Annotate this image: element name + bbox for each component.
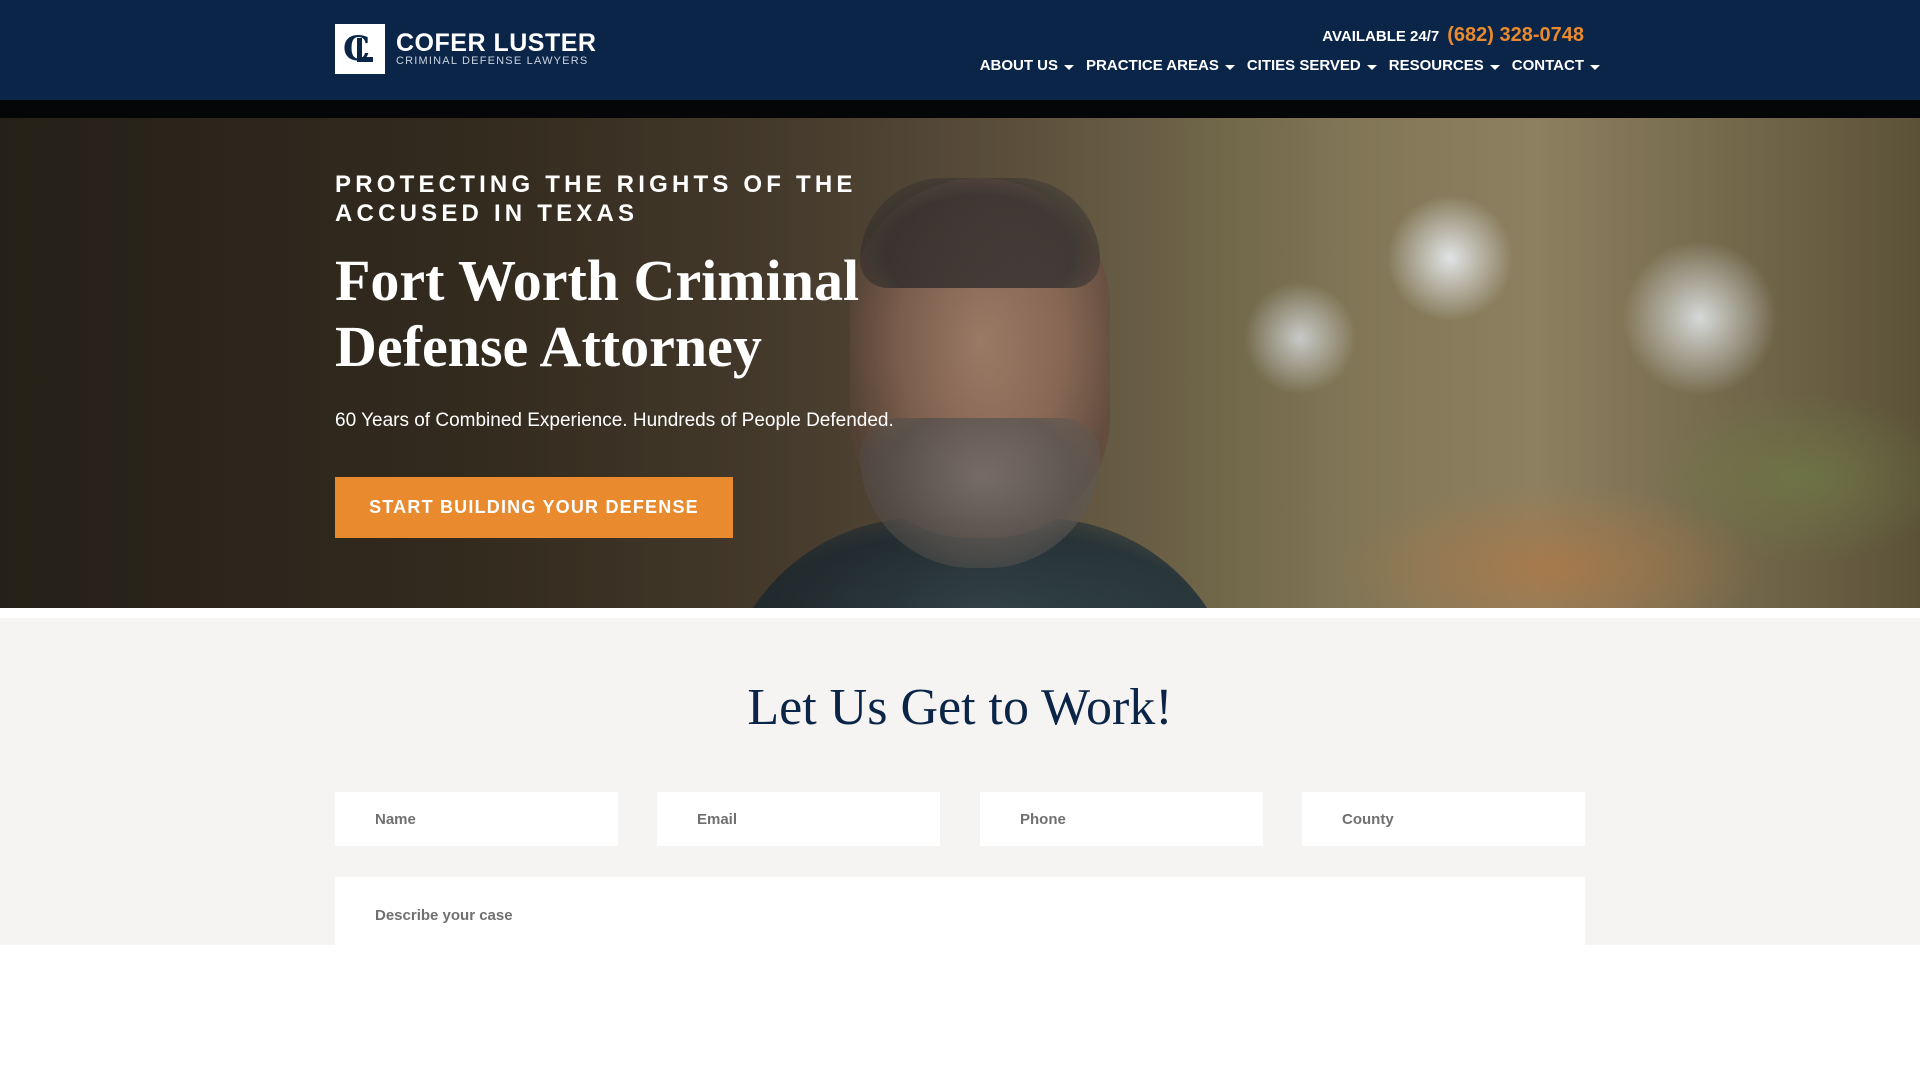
hero-headline: Fort Worth Criminal Defense Attorney xyxy=(335,248,860,379)
header-divider xyxy=(0,100,1920,118)
nav-item-resources[interactable]: RESOURCES xyxy=(1389,57,1500,74)
county-field[interactable] xyxy=(1302,792,1585,846)
nav-item-cities-served[interactable]: CITIES SERVED xyxy=(1247,57,1377,74)
caret-down-icon xyxy=(1489,64,1500,70)
nav-item-label: RESOURCES xyxy=(1388,57,1484,74)
caret-down-icon xyxy=(1366,64,1377,70)
hero-overlay xyxy=(0,118,1920,608)
logo-name: COFER LUSTER xyxy=(396,28,597,57)
hero-banner: PROTECTING THE RIGHTS OF THE ACCUSED IN … xyxy=(0,118,1920,608)
hero-eyebrow: PROTECTING THE RIGHTS OF THE ACCUSED IN … xyxy=(335,171,857,227)
name-field[interactable] xyxy=(335,792,618,846)
phone-field[interactable] xyxy=(980,792,1263,846)
phone-link[interactable]: (682) 328-0748 xyxy=(1447,24,1584,47)
form-title: Let Us Get to Work! xyxy=(747,679,1173,736)
start-defense-button[interactable]: START BUILDING YOUR DEFENSE xyxy=(335,477,733,538)
case-description-field[interactable] xyxy=(335,877,1585,945)
availability-text: AVAILABLE 24/7 xyxy=(1322,28,1440,45)
logo-subtitle: CRIMINAL DEFENSE LAWYERS xyxy=(396,54,589,67)
nav-item-label: CITIES SERVED xyxy=(1246,57,1361,74)
logo[interactable]: C COFER LUSTER CRIMINAL DEFENSE LAWYERS xyxy=(335,24,596,74)
contact-form-section: Let Us Get to Work! xyxy=(0,618,1920,945)
email-field[interactable] xyxy=(657,792,940,846)
caret-down-icon xyxy=(1064,64,1075,70)
nav-item-label: PRACTICE AREAS xyxy=(1086,57,1219,74)
site-header: C COFER LUSTER CRIMINAL DEFENSE LAWYERS … xyxy=(0,0,1920,100)
caret-down-icon xyxy=(1590,64,1600,70)
main-nav: ABOUT US PRACTICE AREAS CITIES SERVED RE… xyxy=(980,57,1600,74)
nav-item-practice-areas[interactable]: PRACTICE AREAS xyxy=(1086,57,1235,74)
nav-item-label: CONTACT xyxy=(1511,57,1584,74)
caret-down-icon xyxy=(1224,64,1235,70)
contact-line: AVAILABLE 24/7 (682) 328-0748 xyxy=(1322,24,1584,47)
logo-mark-icon: C xyxy=(335,24,385,74)
nav-item-contact[interactable]: CONTACT xyxy=(1512,57,1600,74)
section-gap xyxy=(0,608,1920,618)
logo-text: COFER LUSTER CRIMINAL DEFENSE LAWYERS xyxy=(396,28,597,68)
hero-subhead: 60 Years of Combined Experience. Hundred… xyxy=(335,410,894,431)
nav-item-about-us[interactable]: ABOUT US xyxy=(979,57,1075,74)
nav-item-label: ABOUT US xyxy=(979,57,1059,74)
